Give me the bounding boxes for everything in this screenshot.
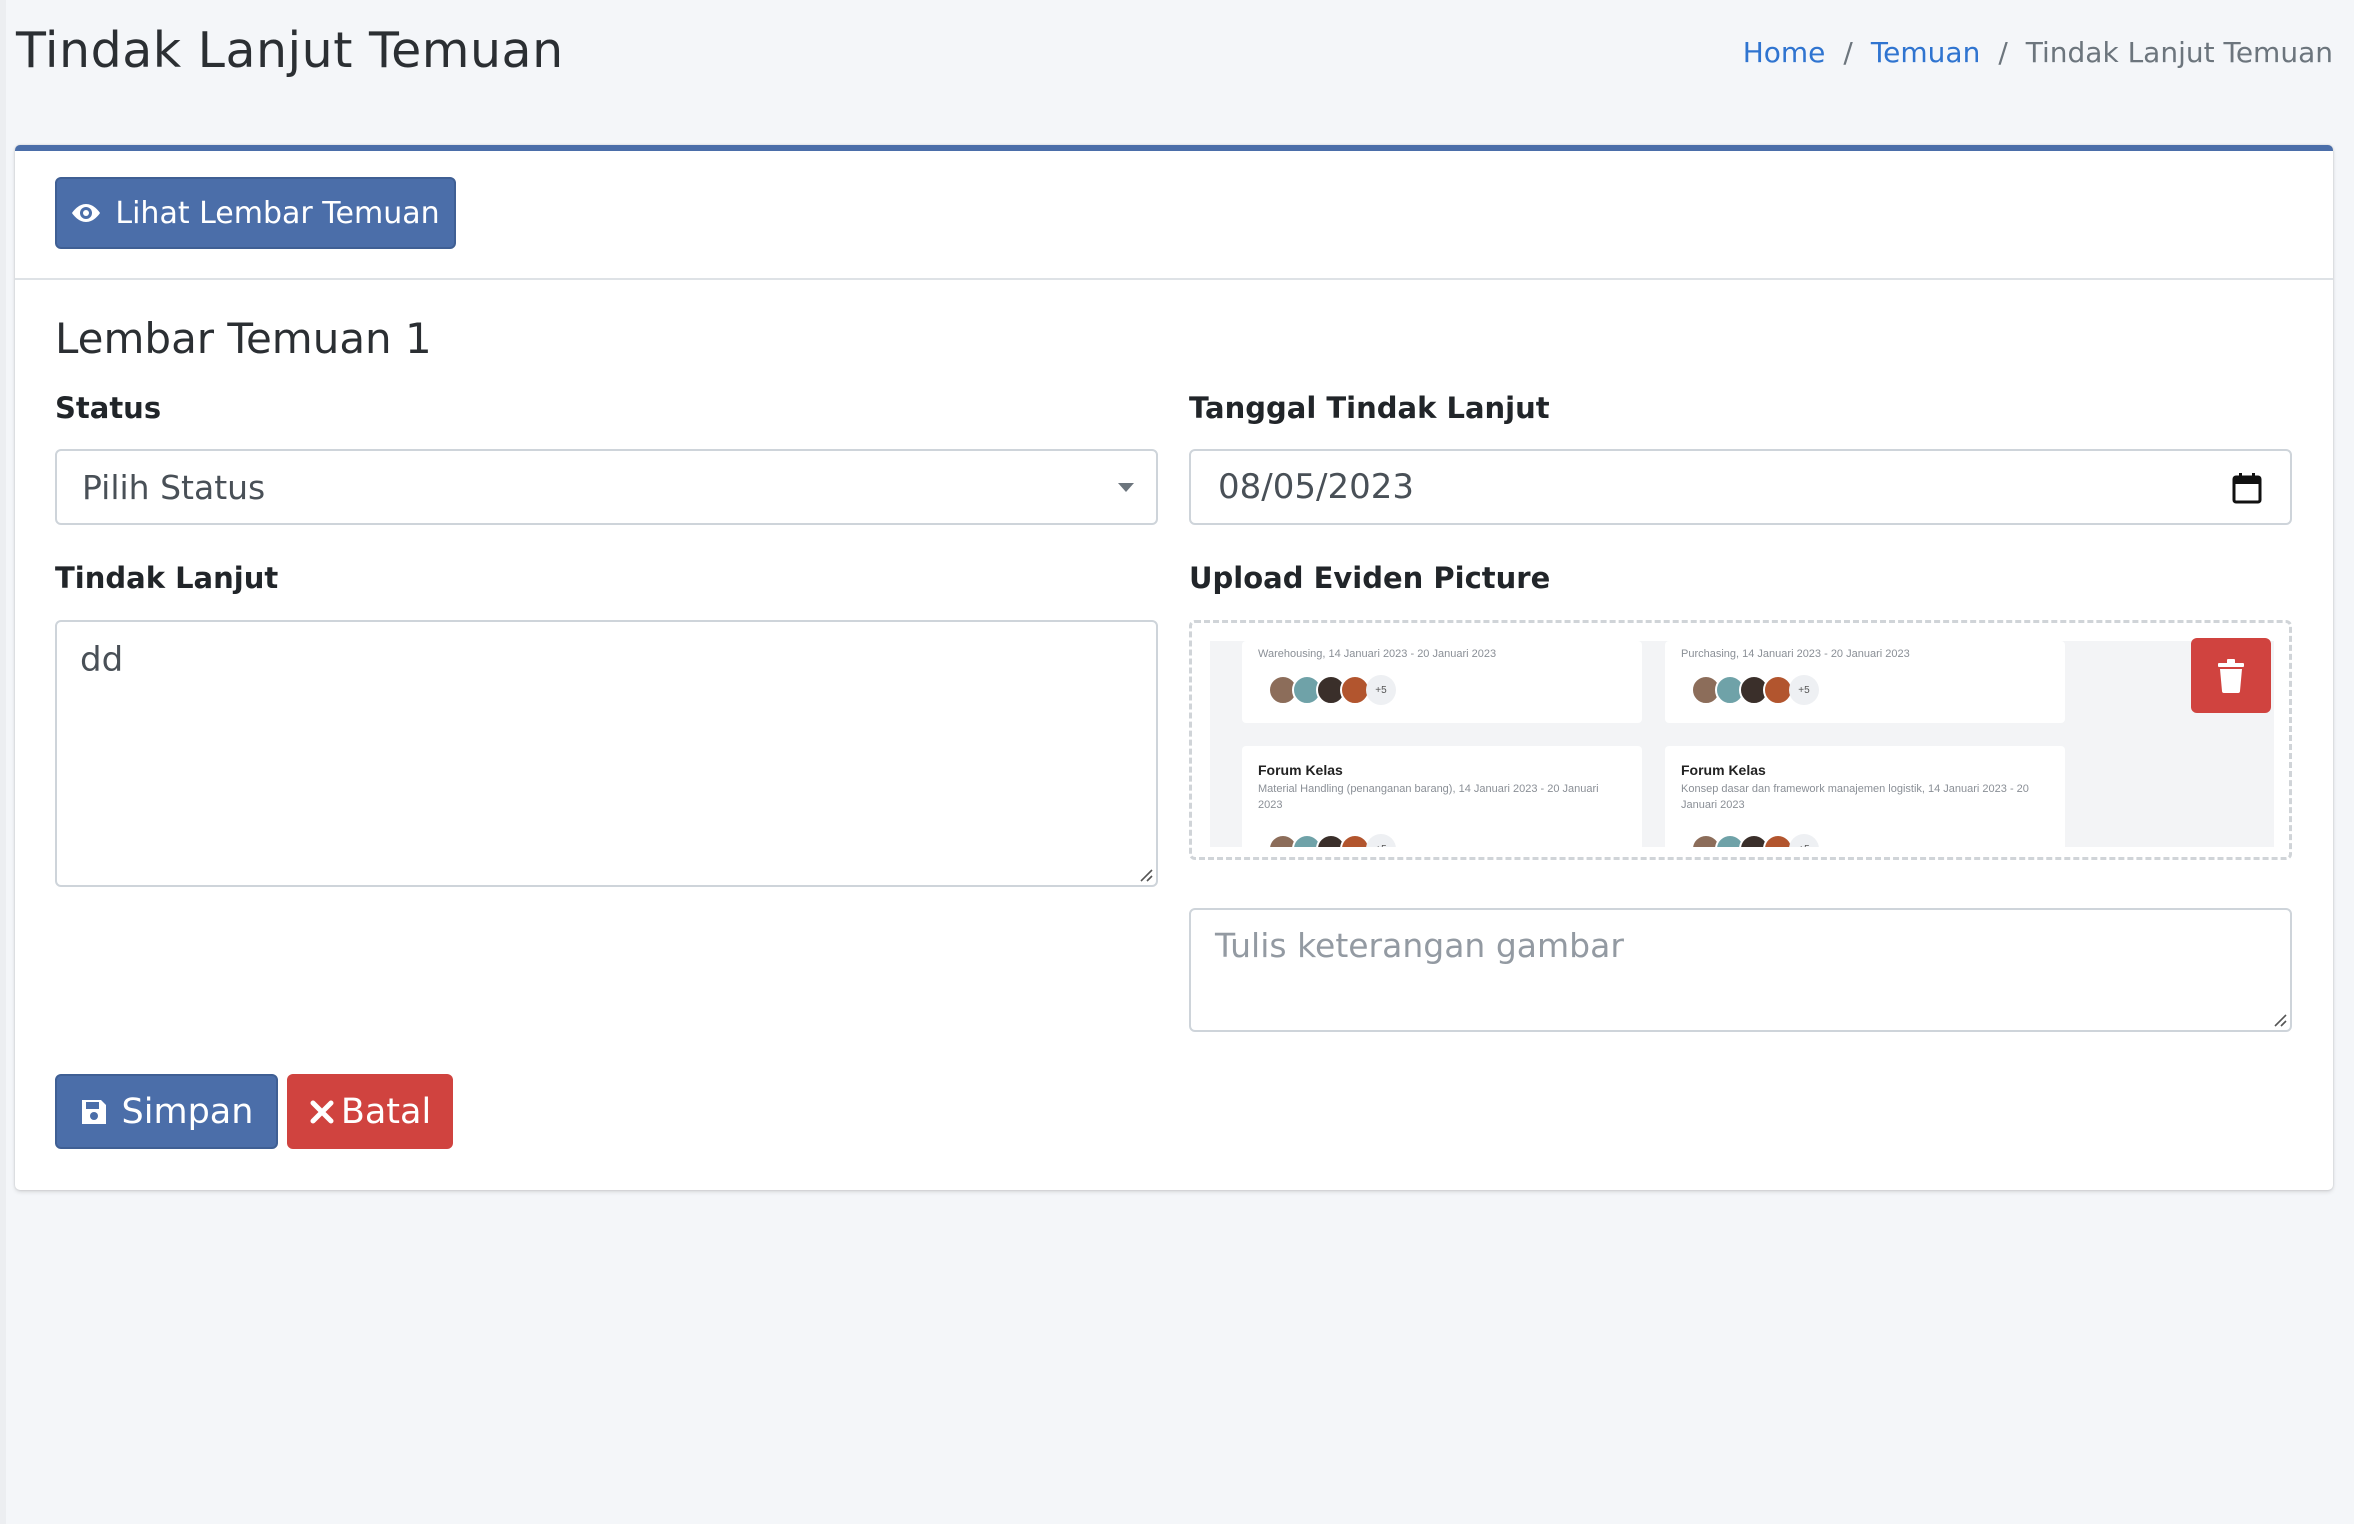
upload-dropzone[interactable]: Warehousing, 14 Januari 2023 - 20 Januar… bbox=[1189, 620, 2292, 860]
preview-card-meta: Purchasing, 14 Januari 2023 - 20 Januari… bbox=[1681, 648, 1910, 660]
avatar-more-count: +5 bbox=[1366, 675, 1396, 705]
floppy-disk-icon bbox=[81, 1099, 106, 1124]
tindak-lanjut-textarea[interactable]: dd bbox=[55, 620, 1158, 887]
eye-icon bbox=[72, 204, 101, 222]
breadcrumb-separator: / bbox=[1843, 36, 1853, 69]
simpan-button[interactable]: Simpan bbox=[55, 1074, 278, 1149]
trash-icon bbox=[2218, 658, 2244, 693]
evidence-image-preview: Warehousing, 14 Januari 2023 - 20 Januar… bbox=[1210, 641, 2274, 847]
tanggal-date-input[interactable]: 08/05/2023 bbox=[1189, 449, 2292, 525]
preview-card-title: Forum Kelas bbox=[1681, 762, 1766, 778]
resize-handle-icon[interactable] bbox=[1137, 866, 1153, 882]
card-header: Lihat Lembar Temuan bbox=[15, 151, 2333, 280]
tanggal-value: 08/05/2023 bbox=[1218, 467, 1414, 507]
avatar-more-count: +5 bbox=[1789, 675, 1819, 705]
x-mark-icon bbox=[310, 1100, 334, 1123]
view-lembar-temuan-label: Lihat Lembar Temuan bbox=[115, 195, 440, 231]
avatar-group: +5 bbox=[1268, 834, 1396, 847]
tindak-lanjut-label: Tindak Lanjut bbox=[55, 561, 279, 595]
status-label: Status bbox=[55, 391, 162, 425]
preview-card: Forum Kelas Konsep dasar dan framework m… bbox=[1665, 746, 2065, 847]
keterangan-placeholder: Tulis keterangan gambar bbox=[1215, 926, 1624, 965]
status-select[interactable]: Pilih Status bbox=[55, 449, 1158, 525]
breadcrumb-home-link[interactable]: Home bbox=[1743, 36, 1826, 69]
preview-card-meta: Konsep dasar dan framework manajemen log… bbox=[1681, 783, 2029, 811]
preview-card: Purchasing, 14 Januari 2023 - 20 Januari… bbox=[1665, 641, 2065, 723]
preview-card-meta: Material Handling (penanganan barang), 1… bbox=[1258, 783, 1599, 811]
batal-button[interactable]: Batal bbox=[287, 1074, 453, 1149]
breadcrumb-temuan-link[interactable]: Temuan bbox=[1871, 36, 1981, 69]
breadcrumb-separator: / bbox=[1998, 36, 2008, 69]
avatar-more-count: +5 bbox=[1789, 834, 1819, 847]
view-lembar-temuan-button[interactable]: Lihat Lembar Temuan bbox=[55, 177, 456, 249]
resize-handle-icon[interactable] bbox=[2271, 1011, 2287, 1027]
breadcrumb: Home / Temuan / Tindak Lanjut Temuan bbox=[1743, 36, 2333, 69]
tindak-lanjut-value: dd bbox=[80, 640, 124, 680]
keterangan-gambar-textarea[interactable]: Tulis keterangan gambar bbox=[1189, 908, 2292, 1032]
simpan-label: Simpan bbox=[121, 1091, 254, 1132]
upload-label: Upload Eviden Picture bbox=[1189, 561, 1551, 595]
form-card: Lihat Lembar Temuan Lembar Temuan 1 Stat… bbox=[15, 145, 2333, 1190]
batal-label: Batal bbox=[340, 1091, 432, 1132]
preview-card: Warehousing, 14 Januari 2023 - 20 Januar… bbox=[1242, 641, 1642, 723]
tanggal-label: Tanggal Tindak Lanjut bbox=[1189, 391, 1550, 425]
caret-down-icon bbox=[1118, 483, 1134, 492]
preview-card-title: Forum Kelas bbox=[1258, 762, 1343, 778]
preview-card: Forum Kelas Material Handling (penangana… bbox=[1242, 746, 1642, 847]
section-title: Lembar Temuan 1 bbox=[55, 314, 432, 363]
avatar-group: +5 bbox=[1691, 834, 1819, 847]
preview-card-meta: Warehousing, 14 Januari 2023 - 20 Januar… bbox=[1258, 648, 1497, 660]
avatar-more-count: +5 bbox=[1366, 834, 1396, 847]
delete-image-button[interactable] bbox=[2191, 638, 2271, 713]
page-title: Tindak Lanjut Temuan bbox=[16, 22, 564, 79]
window-edge bbox=[0, 0, 6, 1524]
status-selected-value: Pilih Status bbox=[82, 467, 266, 507]
avatar-group: +5 bbox=[1268, 675, 1396, 705]
breadcrumb-current: Tindak Lanjut Temuan bbox=[2025, 36, 2333, 69]
calendar-icon[interactable] bbox=[2232, 472, 2262, 504]
avatar-group: +5 bbox=[1691, 675, 1819, 705]
